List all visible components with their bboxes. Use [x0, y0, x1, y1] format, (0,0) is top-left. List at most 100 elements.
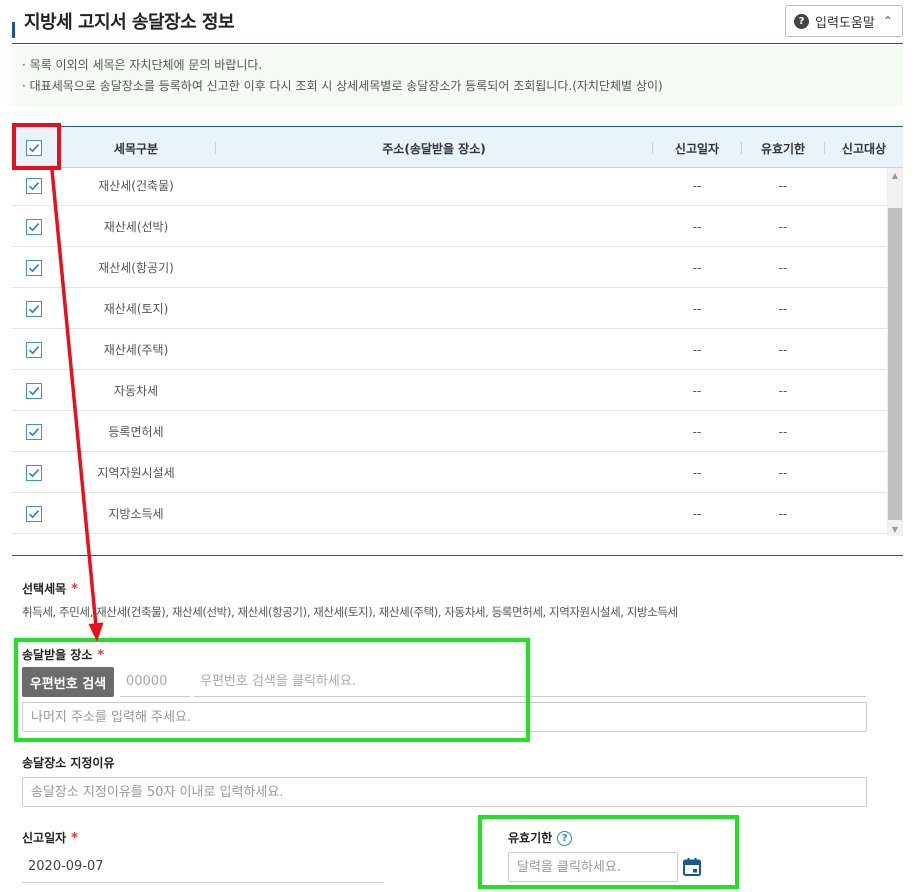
row-checkbox[interactable]: [26, 177, 42, 194]
table-header: 세목구분 주소(송달받을 장소) 신고일자 유효기한 신고대상: [12, 126, 903, 168]
selected-tax-label-text: 선택세목: [22, 582, 67, 596]
check-icon: [28, 468, 40, 477]
row-checkbox[interactable]: [26, 505, 42, 522]
tax-name-cell: 자동차세: [113, 384, 159, 398]
report-date-cell: --: [692, 178, 702, 193]
report-date-field: 2020-09-07: [22, 851, 384, 883]
select-all-highlight-box: [12, 123, 61, 170]
expiry-cell: --: [778, 260, 788, 275]
target-cell: [825, 452, 887, 493]
table-row: 재산세(항공기) -- --: [12, 247, 887, 288]
report-date-cell: --: [692, 301, 702, 316]
help-button-label: 입력도움말: [815, 15, 875, 31]
target-cell: [825, 247, 887, 288]
address-highlight-box: [14, 638, 530, 742]
expiry-cell: --: [778, 383, 788, 398]
address-cell: [216, 247, 652, 288]
check-icon: [28, 263, 40, 272]
reason-input[interactable]: [22, 777, 867, 807]
tax-table: 세목구분 주소(송달받을 장소) 신고일자 유효기한 신고대상 재산세(건축물)…: [12, 126, 903, 536]
required-mark: *: [71, 582, 78, 597]
row-checkbox[interactable]: [26, 218, 42, 235]
notice-box: · 목록 이외의 세목은 자치단체에 문의 바랍니다. · 대표세목으로 송달장…: [12, 46, 903, 106]
table-row: 재산세(토지) -- --: [12, 288, 887, 329]
row-checkbox[interactable]: [26, 300, 42, 317]
address-cell: [216, 168, 652, 206]
target-cell: [825, 329, 887, 370]
check-icon: [28, 222, 40, 231]
target-cell: [825, 411, 887, 452]
row-checkbox[interactable]: [26, 423, 42, 440]
address-cell: [216, 452, 652, 493]
column-header-address: 주소(송달받을 장소): [382, 141, 486, 156]
table-row: 재산세(건축물) -- --: [12, 168, 887, 206]
column-header-expiry: 유효기한: [760, 141, 806, 156]
expiry-cell: --: [778, 219, 788, 234]
expiry-cell: --: [778, 465, 788, 480]
target-cell: [825, 206, 887, 247]
tax-name-cell: 재산세(항공기): [98, 261, 174, 275]
table-body: 재산세(건축물) -- -- 재산세(선박) -- -- 재산세(항공기) --…: [12, 168, 887, 536]
target-cell: [825, 370, 887, 411]
report-date-cell: --: [692, 424, 702, 439]
scrollbar-thumb[interactable]: [888, 208, 902, 520]
row-checkbox[interactable]: [26, 341, 42, 358]
check-icon: [28, 345, 40, 354]
reason-label: 송달장소 지정이유: [22, 756, 115, 770]
notice-line: · 목록 이외의 세목은 자치단체에 문의 바랍니다.: [22, 58, 263, 72]
tax-name-cell: 등록면허세: [108, 425, 164, 439]
table-row: 등록면허세 -- --: [12, 411, 887, 452]
tax-name-cell: 지방소득세: [108, 507, 164, 521]
scroll-down-arrow-icon[interactable]: ▼: [887, 522, 903, 536]
notice-line: · 대표세목으로 송달장소를 등록하여 신고한 이후 다시 조회 시 상세세목별…: [22, 79, 663, 93]
chevron-up-icon: ⌃: [882, 14, 893, 28]
expiry-cell: --: [778, 178, 788, 193]
report-date-cell: --: [692, 260, 702, 275]
section-divider: [12, 555, 903, 556]
selected-tax-label: 선택세목 *: [22, 580, 78, 597]
check-icon: [28, 304, 40, 313]
report-date-cell: --: [692, 219, 702, 234]
expiry-cell: --: [778, 301, 788, 316]
page-title: 지방세 고지서 송달장소 정보: [24, 12, 235, 33]
input-help-button[interactable]: ? 입력도움말 ⌃: [785, 5, 903, 37]
page-header: 지방세 고지서 송달장소 정보 ? 입력도움말 ⌃: [0, 0, 915, 44]
row-checkbox[interactable]: [26, 259, 42, 276]
expiry-cell: --: [778, 424, 788, 439]
tax-name-cell: 재산세(토지): [103, 302, 169, 316]
expiry-cell: --: [778, 342, 788, 357]
check-icon: [28, 509, 40, 518]
required-mark: *: [71, 831, 78, 846]
column-header-tax: 세목구분: [113, 141, 159, 156]
target-cell: [825, 493, 887, 534]
address-cell: [216, 329, 652, 370]
column-header-target: 신고대상: [841, 141, 887, 156]
table-row: 지역자원시설세 -- --: [12, 452, 887, 493]
address-cell: [216, 493, 652, 534]
row-checkbox[interactable]: [26, 382, 42, 399]
scroll-up-arrow-icon[interactable]: ▲: [887, 168, 903, 182]
tax-name-cell: 재산세(건축물): [98, 179, 174, 193]
table-row: 자동차세 -- --: [12, 370, 887, 411]
check-icon: [28, 386, 40, 395]
title-accent-bar: [12, 22, 15, 38]
address-cell: [216, 206, 652, 247]
question-circle-icon: ?: [794, 13, 809, 29]
check-icon: [28, 181, 40, 190]
selected-tax-value: 취득세, 주민세, 재산세(건축물), 재산세(선박), 재산세(항공기), 재…: [22, 605, 678, 619]
expiry-highlight-box: [478, 815, 739, 889]
tax-name-cell: 재산세(선박): [103, 220, 169, 234]
address-cell: [216, 370, 652, 411]
header-divider: [12, 43, 903, 44]
report-date-cell: --: [692, 465, 702, 480]
expiry-cell: --: [778, 506, 788, 521]
table-row: 지방소득세 -- --: [12, 493, 887, 534]
table-scrollbar[interactable]: ▲ ▼: [887, 168, 903, 536]
target-cell: [825, 288, 887, 329]
address-cell: [216, 411, 652, 452]
target-cell: [825, 168, 887, 206]
tax-name-cell: 재산세(주택): [103, 343, 169, 357]
address-cell: [216, 288, 652, 329]
table-row: 재산세(선박) -- --: [12, 206, 887, 247]
row-checkbox[interactable]: [26, 464, 42, 481]
